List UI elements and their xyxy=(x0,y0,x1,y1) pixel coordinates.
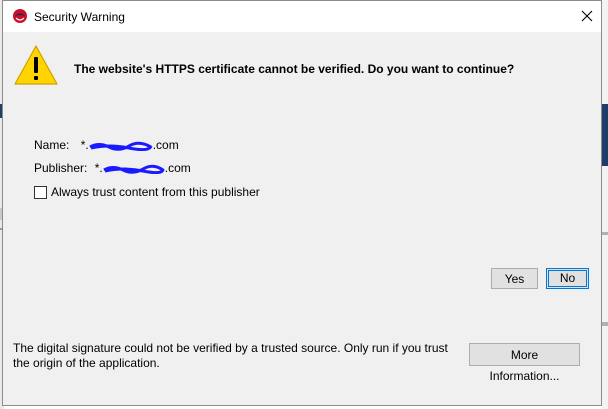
publisher-prefix: *. xyxy=(94,161,103,175)
name-suffix: .com xyxy=(152,138,179,152)
background-window-right-edge xyxy=(602,0,608,409)
no-button[interactable]: No xyxy=(546,268,589,289)
security-warning-dialog: Security Warning The website's HTTPS cer… xyxy=(2,0,602,406)
warning-triangle-icon xyxy=(13,44,59,86)
name-prefix: *. xyxy=(80,138,89,152)
close-icon[interactable] xyxy=(575,4,599,28)
redaction-scribble xyxy=(103,164,165,174)
java-coffee-cup-icon xyxy=(12,8,28,24)
redaction-scribble xyxy=(88,141,153,151)
title-bar: Security Warning xyxy=(3,1,601,32)
footer-message: The digital signature could not be verif… xyxy=(13,341,448,370)
name-label: Name: xyxy=(34,138,70,152)
window-title: Security Warning xyxy=(34,10,125,24)
yes-button[interactable]: Yes xyxy=(491,268,538,289)
name-field: Name: *. .com xyxy=(34,138,179,152)
publisher-value: *. .com xyxy=(95,161,191,175)
trust-publisher-checkbox[interactable] xyxy=(34,186,47,199)
trust-publisher-label[interactable]: Always trust content from this publisher xyxy=(51,185,260,199)
no-button-label[interactable]: No xyxy=(548,270,587,287)
publisher-suffix: .com xyxy=(164,161,191,175)
footer-separator xyxy=(3,329,601,330)
publisher-field: Publisher: *. .com xyxy=(34,161,191,175)
more-information-button[interactable]: More Information... xyxy=(469,343,580,383)
name-value: *. .com xyxy=(81,138,179,152)
publisher-label: Publisher: xyxy=(34,161,88,175)
warning-headline: The website's HTTPS certificate cannot b… xyxy=(74,62,515,76)
